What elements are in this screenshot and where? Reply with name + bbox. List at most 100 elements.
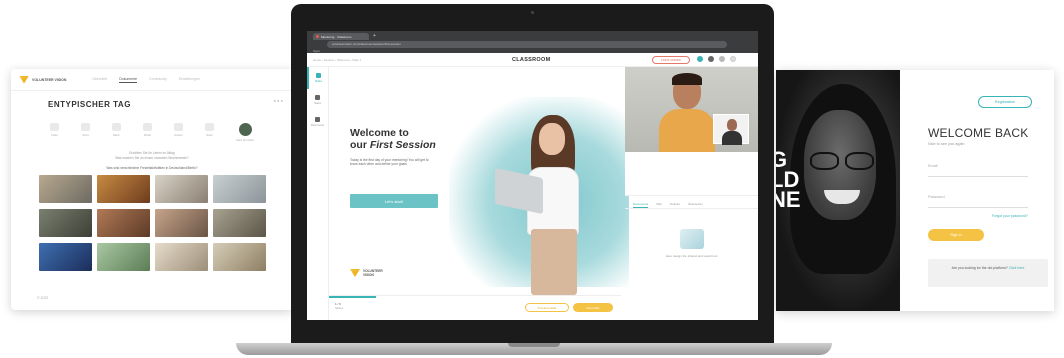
left-logo[interactable]: VOLUNTEER VISION [19,75,66,84]
activity-image[interactable] [96,209,150,237]
topic-item-selected[interactable]: Nach der Arbeit [236,123,254,142]
app-header: Home › Session › Welcome › Slide 1 CLASS… [307,53,758,67]
classroom-side-nav: Slides Notes Documents [307,67,329,320]
new-tab-button[interactable]: + [373,33,376,40]
left-nav-item[interactable]: Übersicht [92,77,107,83]
left-footer: © 2022 [37,296,49,300]
slide-progress: 1 / 6 Slides Previous slide Next slide [329,295,621,320]
previous-slide-button[interactable]: Previous slide [525,303,569,312]
side-nav-label: Slides [314,80,323,83]
activity-image[interactable] [212,209,266,237]
side-nav-notes[interactable]: Notes [307,89,328,111]
topic-subtitle: Was sind verschiedene Freizeitaktivitäte… [106,166,198,170]
side-nav-slides[interactable]: Slides [307,67,328,89]
activity-image[interactable] [38,175,92,203]
login-tagline: Nice to see you again [928,142,965,146]
left-nav-item[interactable]: Einstellungen [179,77,200,83]
browser-tab-strip: Mentoring · Classroom + [307,31,758,40]
self-head [727,119,737,131]
activity-image[interactable] [154,243,208,271]
topic-label: Sport [82,134,89,137]
login-title: WELCOME BACK [928,126,1029,140]
settings-icon[interactable] [708,56,714,62]
mentor-hair [672,73,702,85]
email-field[interactable]: Email [928,164,1028,177]
left-topbar: VOLUNTEER VISION Übersicht Dokumente Com… [11,69,293,91]
topic-label: Natur [206,134,213,137]
parents-icon [112,123,122,131]
topic-note: Erzählen Sie Ihr Leben im Alltag Was mac… [11,151,293,161]
activity-image[interactable] [154,209,208,237]
topic-label: Eltern [113,134,120,137]
left-nav: Übersicht Dokumente Community Einstellun… [92,77,200,83]
tab-translator[interactable]: Übersetzer [688,199,703,208]
activity-image[interactable] [154,175,208,203]
left-page-title: ENTYPISCHER TAG [48,100,131,109]
side-nav-documents[interactable]: Documents [307,111,328,133]
forgot-password-link[interactable]: Forgot your password? [992,214,1054,218]
browser-tab-title: Mentoring · Classroom [321,34,352,39]
mentor-video [659,73,715,152]
woman-face [539,123,565,155]
nature-icon [205,123,215,131]
slide-logo-text: VOLUNTEER VISION [363,269,383,277]
topic-item[interactable]: Reisen [174,123,184,142]
slide-illustration-woman [495,111,601,295]
next-slide-button[interactable]: Next slide [573,303,613,312]
help-icon[interactable] [719,56,725,62]
topic-label: Nach der Arbeit [236,139,254,142]
topic-item[interactable]: Musik [143,123,153,142]
lesson-topic-panel: VOLUNTEER VISION Übersicht Dokumente Com… [11,69,293,310]
woman-pants [531,229,577,295]
topic-label: Reisen [174,134,183,137]
lets-start-button[interactable]: Let's start! [350,194,438,208]
left-nav-item-active[interactable]: Dokumente [119,77,138,83]
topic-item[interactable]: Eltern [112,123,122,142]
connection-icon[interactable] [697,56,703,62]
laptop-frame: Mentoring · Classroom + volunteervision.… [291,4,774,345]
laptop-base [236,343,832,355]
activity-image[interactable] [212,243,266,271]
old-platform-link[interactable]: Click here [1009,266,1025,270]
self-view-video[interactable] [713,114,749,145]
after-work-icon [238,123,252,136]
panel-tabs: Documents Wiki Notizen Übersetzer [625,199,758,209]
topic-label: Musik [144,134,151,137]
topic-item[interactable]: Kultur [50,123,59,142]
old-platform-box: Are you looking for the old platform? Cl… [928,259,1048,287]
activity-image[interactable] [96,243,150,271]
sport-icon [81,123,91,131]
pager-dots-icon[interactable]: ● ● ● [274,98,283,103]
travel-icon [174,123,184,131]
showcase-stage: VOLUNTEER VISION Übersicht Dokumente Com… [0,0,1064,358]
topic-item[interactable]: Sport [81,123,91,142]
breadcrumb[interactable]: Home › Session › Welcome › Slide 1 [313,58,361,62]
activity-image[interactable] [212,175,266,203]
tab-wiki[interactable]: Wiki [656,199,662,208]
address-bar[interactable]: volunteervision.com/classroom/session/fi… [327,41,727,48]
video-call-main [625,67,758,152]
notes-icon [315,95,320,100]
password-field[interactable]: Password [928,195,1028,208]
header-icons [697,56,736,62]
slide-title-line2: our [350,139,370,151]
avatar[interactable] [730,56,736,62]
tab-documents[interactable]: Documents [633,199,649,208]
activity-image[interactable] [38,243,92,271]
slide-title-line1: Welcome to [350,127,409,139]
topic-item[interactable]: Natur [205,123,215,142]
presentation-slide: Welcome to our First Session Today is th… [329,67,629,295]
tab-notes[interactable]: Notizen [670,199,680,208]
browser-tab[interactable]: Mentoring · Classroom [313,33,369,40]
activity-image[interactable] [38,209,92,237]
registration-button[interactable]: Registration [978,96,1032,108]
page-caption: Slides [335,306,344,310]
leave-session-button[interactable]: Leave session [652,56,690,64]
mentor-body [659,109,715,152]
browser-chrome: Mentoring · Classroom + volunteervision.… [307,31,758,53]
slide-title: Welcome to our First Session [350,127,436,151]
sign-in-button[interactable]: Sign in [928,229,984,241]
activity-image[interactable] [96,175,150,203]
hero-photo: G LD NE [776,70,900,311]
left-nav-item[interactable]: Community [149,77,167,83]
